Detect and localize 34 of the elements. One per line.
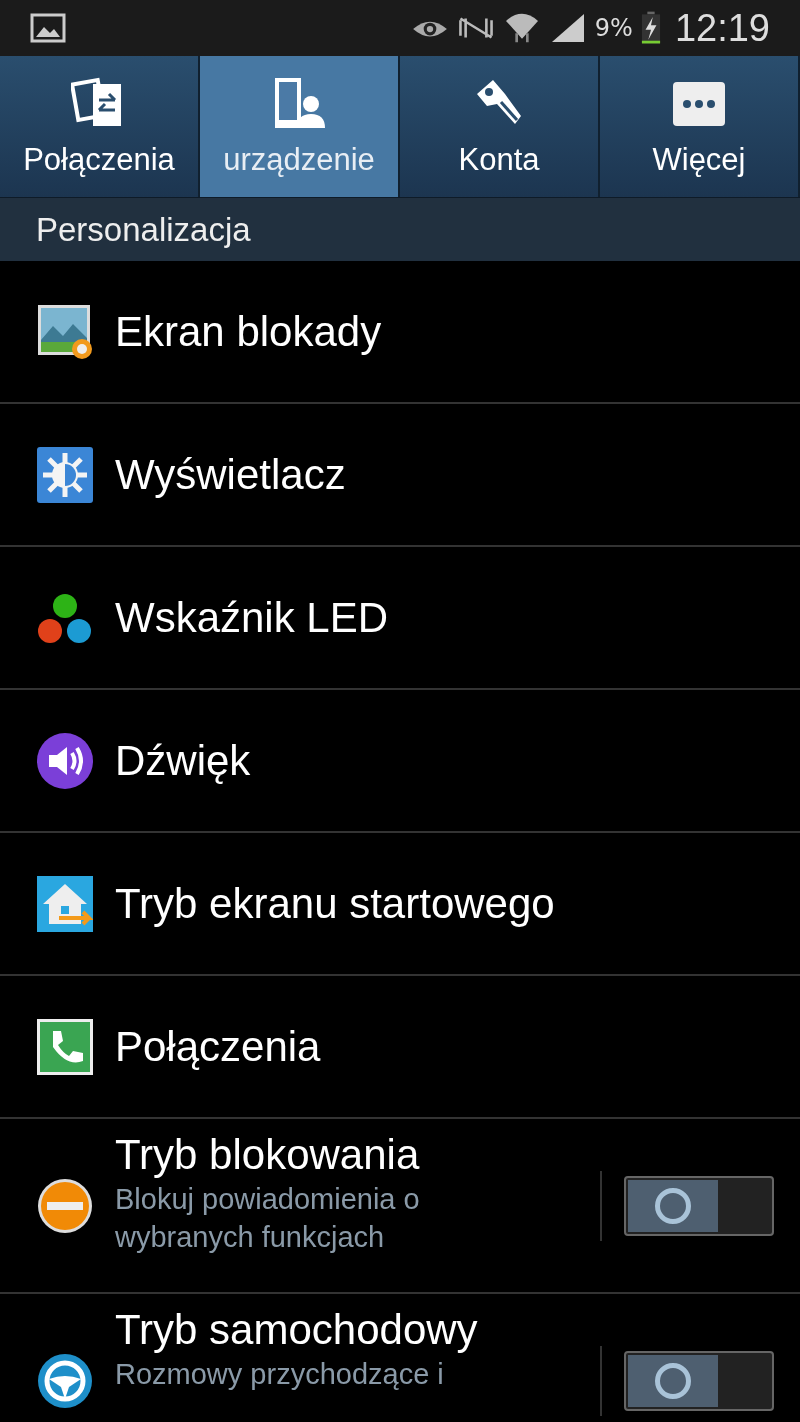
steering-wheel-icon bbox=[37, 1352, 93, 1409]
phone-icon bbox=[37, 1018, 93, 1075]
item-description: Rozmowy przychodzące i bbox=[115, 1357, 445, 1392]
tab[interactable]: urządzenie bbox=[200, 56, 400, 197]
block-icon bbox=[37, 1177, 93, 1234]
landscape-lock-icon bbox=[37, 303, 93, 360]
tab[interactable]: Więcej bbox=[600, 56, 800, 197]
item-title: Tryb blokowania bbox=[115, 1131, 421, 1179]
battery-charging-icon bbox=[640, 10, 661, 46]
speaker-icon bbox=[37, 732, 93, 789]
settings-item[interactable]: Wskaźnik LED bbox=[0, 547, 800, 690]
item-description: Blokuj powiadomienia o wybranych funkcjach bbox=[115, 1182, 421, 1255]
home-arrows-icon bbox=[37, 875, 93, 932]
settings-item[interactable]: Tryb samochodowy Rozmowy przychodzące i bbox=[0, 1294, 800, 1422]
item-title: Tryb ekranu startowego bbox=[115, 879, 556, 928]
settings-item[interactable]: Dźwięk bbox=[0, 690, 800, 833]
settings-item[interactable]: Tryb ekranu startowego bbox=[0, 833, 800, 976]
settings-item[interactable]: Wyświetlacz bbox=[0, 404, 800, 547]
settings-item[interactable]: Ekran blokady bbox=[0, 261, 800, 404]
toggle-switch[interactable] bbox=[624, 1175, 774, 1236]
item-title: Wyświetlacz bbox=[115, 450, 347, 499]
settings-item[interactable]: Tryb blokowania Blokuj powiadomienia o wybranych funkcjach bbox=[0, 1119, 800, 1294]
item-title: Tryb samochodowy bbox=[115, 1306, 479, 1354]
picture-notification-icon bbox=[30, 13, 66, 43]
brightness-icon bbox=[37, 446, 93, 503]
item-title: Dźwięk bbox=[115, 736, 252, 785]
toggle-switch[interactable] bbox=[624, 1350, 774, 1411]
section-header: Personalizacja bbox=[0, 198, 800, 261]
item-title: Połączenia bbox=[115, 1022, 322, 1071]
item-title: Wskaźnik LED bbox=[115, 593, 390, 642]
clock: 12:19 bbox=[674, 6, 770, 50]
battery-percent: 9% bbox=[594, 14, 633, 42]
item-title: Ekran blokady bbox=[115, 307, 383, 356]
settings-item[interactable]: Połączenia bbox=[0, 976, 800, 1119]
